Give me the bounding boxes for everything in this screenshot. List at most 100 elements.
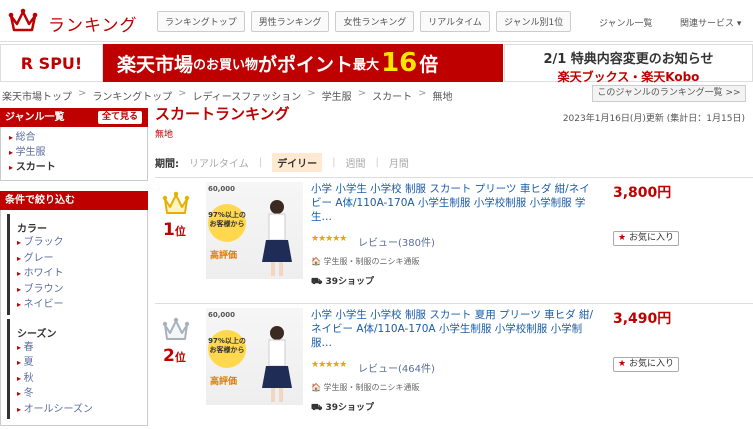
color-option[interactable]: ブラック — [12, 235, 143, 251]
favorite-button[interactable]: ★ お気に入り — [613, 231, 679, 246]
product-price: 3,800円 — [613, 185, 672, 201]
notice-banner[interactable]: 2/1 特典内容変更のお知らせ 楽天ブックス・楽天Kobo — [504, 44, 753, 84]
promo-banner[interactable]: R SPU! 楽天市場 のお買い物 がポイント 最大 16 倍 2/1 特典内容… — [0, 44, 753, 84]
shop-count-icon: ⛟ — [311, 403, 323, 413]
crown-icon — [8, 8, 38, 32]
breadcrumb-item[interactable]: レディースファッション — [192, 88, 301, 103]
ranking-item: 1位 60,000 97%以上の お客様から 高評価 小学 小学生 小学校 制服 … — [155, 177, 753, 303]
genre-ranking-list-link[interactable]: このジャンルのランキング一覧 >> — [592, 85, 746, 102]
season-filter-title: シーズン — [17, 328, 57, 340]
top-tabs: ランキングトップ 男性ランキング 女性ランキング リアルタイム ジャンル別1位 — [157, 11, 572, 32]
genre-list-title: ジャンル一覧 — [5, 112, 65, 123]
favorite-button[interactable]: ★ お気に入り — [613, 357, 679, 372]
tab-ranking-top[interactable]: ランキングトップ — [157, 11, 245, 32]
season-option[interactable]: 春 — [12, 340, 143, 356]
rank-number: 1位 — [163, 220, 186, 240]
review-link[interactable]: レビュー(464件) — [358, 360, 435, 375]
breadcrumb-item[interactable]: スカート — [372, 88, 412, 103]
main-content: スカートランキング 無地 2023年1月16日(月)更新 (集計日：1月15日)… — [155, 103, 753, 413]
genre-list-link[interactable]: ジャンル一覧 — [599, 16, 653, 29]
ranking-item: 2位 60,000 97%以上の お客様から 高評価 小学 小学生 小学校 制服 … — [155, 303, 753, 429]
banner-multiplier: 16 — [381, 48, 418, 78]
breadcrumb-item[interactable]: 学生服 — [322, 88, 352, 103]
gold-crown-icon — [162, 191, 190, 214]
tab-male-ranking[interactable]: 男性ランキング — [250, 11, 330, 32]
filter-title: 条件で絞り込む — [5, 195, 75, 206]
notice-subtitle: 楽天ブックス・楽天Kobo — [557, 70, 700, 84]
filter-box: カラー ブラック グレー ホワイト ブラウン ネイビー シーズン 春 夏 秋 冬… — [0, 210, 148, 426]
breadcrumb-current: 無地 — [432, 92, 453, 103]
tab-realtime[interactable]: リアルタイム — [420, 11, 490, 32]
model-image — [262, 200, 292, 276]
period-weekly[interactable]: 週間 — [345, 155, 365, 170]
spu-logo[interactable]: R SPU! — [0, 44, 103, 82]
shop-icon: 🏠 — [311, 257, 321, 266]
breadcrumb-item[interactable]: 楽天市場トップ — [2, 88, 72, 103]
points-banner[interactable]: 楽天市場 のお買い物 がポイント 最大 16 倍 — [103, 44, 503, 82]
genre-item-uniform[interactable]: 学生服 — [9, 145, 139, 160]
breadcrumb-item[interactable]: ランキングトップ — [92, 88, 172, 103]
review-link[interactable]: レビュー(380件) — [358, 234, 435, 249]
banner-text-2: のお買い物 — [193, 57, 259, 73]
period-monthly[interactable]: 月間 — [389, 155, 409, 170]
genre-item-skirt[interactable]: スカート — [9, 160, 139, 175]
thumb-count: 60,000 — [208, 185, 236, 193]
color-option[interactable]: ブラウン — [12, 282, 143, 298]
banner-text-1: 楽天市場 — [117, 53, 194, 76]
rating-stars: ★★★★★ — [311, 360, 347, 370]
genre-list-box: 総合 学生服 スカート — [0, 127, 148, 181]
related-services-link[interactable]: 関連サービス ▾ — [680, 16, 741, 29]
product-price: 3,490円 — [613, 311, 672, 327]
product-title-link[interactable]: 小学 小学生 小学校 制服 スカート プリーツ 車ヒダ 紺/ネイビー A体/11… — [311, 182, 597, 224]
genre-list-header: ジャンル一覧 全て見る — [0, 108, 148, 127]
shop-count-link[interactable]: ⛟ 39ショップ — [311, 274, 374, 288]
season-option[interactable]: 秋 — [12, 371, 143, 387]
star-icon: ★ — [618, 233, 627, 243]
tab-genre-first[interactable]: ジャンル別1位 — [495, 11, 572, 32]
genre-item-all[interactable]: 総合 — [9, 130, 139, 145]
period-realtime[interactable]: リアルタイム — [189, 155, 249, 170]
season-option[interactable]: 夏 — [12, 355, 143, 371]
ranking-title[interactable]: ランキング — [48, 11, 138, 36]
header: ランキング ランキングトップ 男性ランキング 女性ランキング リアルタイム ジャ… — [0, 0, 753, 42]
rank-number: 2位 — [163, 346, 186, 366]
thumb-bubble: 97%以上の お客様から — [208, 330, 246, 368]
thumb-count: 60,000 — [208, 311, 236, 319]
shop-count-icon: ⛟ — [311, 277, 323, 287]
updated-date: 2023年1月16日(月)更新 (集計日：1月15日) — [562, 114, 745, 124]
rakuten-crown-logo[interactable] — [8, 8, 38, 34]
period-daily[interactable]: デイリー — [272, 153, 323, 172]
filter-header: 条件で絞り込む — [0, 191, 148, 210]
season-option[interactable]: オールシーズン — [12, 402, 143, 418]
thumb-bubble: 97%以上の お客様から — [208, 204, 246, 242]
banner-text-4: 最大 — [353, 57, 380, 73]
shop-count-link[interactable]: ⛟ 39ショップ — [311, 400, 374, 414]
season-option[interactable]: 冬 — [12, 386, 143, 402]
product-thumbnail[interactable]: 60,000 97%以上の お客様から 高評価 — [206, 308, 303, 405]
sidebar: ジャンル一覧 全て見る 総合 学生服 スカート 条件で絞り込む カラー ブラック… — [0, 108, 148, 426]
banner-text-6: 倍 — [419, 53, 439, 76]
color-option[interactable]: ホワイト — [12, 266, 143, 282]
model-image — [262, 326, 292, 402]
notice-title: 2/1 特典内容変更のお知らせ — [543, 52, 714, 67]
tab-female-ranking[interactable]: 女性ランキング — [335, 11, 415, 32]
thumb-high-rating: 高評価 — [210, 251, 238, 261]
rating-stars: ★★★★★ — [311, 234, 347, 244]
color-option[interactable]: ネイビー — [12, 297, 143, 313]
shop-link[interactable]: 🏠 学生服・制服のニシキ通販 — [311, 256, 420, 267]
color-option[interactable]: グレー — [12, 251, 143, 267]
page-subtitle: 無地 — [155, 130, 174, 140]
period-label: 期間: — [155, 159, 179, 170]
shop-link[interactable]: 🏠 学生服・制服のニシキ通販 — [311, 382, 420, 393]
breadcrumb: 楽天市場トップ > ランキングトップ > レディースファッション > 学生服 > スカー… — [2, 88, 453, 103]
period-selector: 期間: リアルタイム | デイリー | 週間 | 月間 — [155, 153, 753, 172]
show-all-button[interactable]: 全て見る — [97, 111, 142, 124]
color-filter: カラー ブラック グレー ホワイト ブラウン ネイビー — [7, 214, 143, 315]
silver-crown-icon — [162, 317, 190, 340]
banner-text-3: がポイント — [258, 53, 354, 76]
product-title-link[interactable]: 小学 小学生 小学校 制服 スカート 夏用 プリーツ 車ヒダ 紺/ネイビー A体… — [311, 308, 597, 350]
thumb-high-rating: 高評価 — [210, 377, 238, 387]
season-filter: シーズン 春 夏 秋 冬 オールシーズン — [7, 318, 143, 419]
product-thumbnail[interactable]: 60,000 97%以上の お客様から 高評価 — [206, 182, 303, 279]
color-filter-title: カラー — [17, 224, 47, 235]
